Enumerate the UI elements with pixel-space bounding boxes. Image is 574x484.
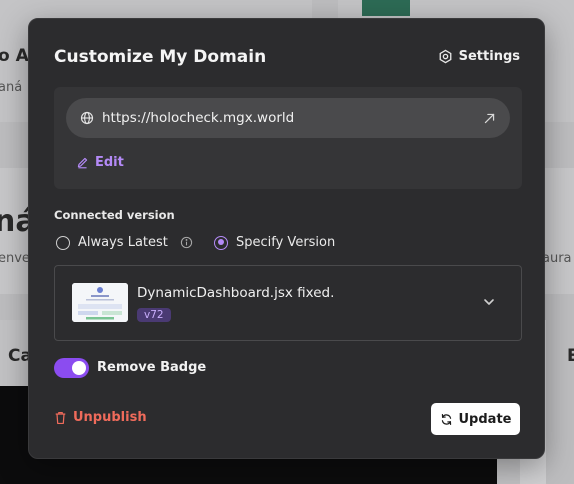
version-title: DynamicDashboard.jsx fixed. (137, 285, 335, 301)
refresh-icon (440, 413, 453, 426)
background-body-text: enve (0, 251, 30, 266)
always-latest-option[interactable]: Always Latest (56, 235, 193, 250)
pencil-icon (76, 156, 89, 169)
unpublish-button[interactable]: Unpublish (54, 410, 147, 425)
remove-badge-label: Remove Badge (97, 360, 207, 375)
domain-url-field[interactable]: https://holocheck.mgx.world (66, 98, 510, 138)
edit-domain-button[interactable]: Edit (76, 155, 124, 170)
background-chart-icon (362, 0, 410, 16)
always-latest-radio[interactable] (56, 235, 70, 250)
version-select[interactable]: DynamicDashboard.jsx fixed. v72 (54, 265, 522, 341)
specify-version-label: Specify Version (236, 235, 336, 250)
dialog-title: Customize My Domain (54, 47, 267, 67)
external-link-icon[interactable] (483, 112, 496, 125)
chevron-down-icon[interactable] (483, 296, 495, 308)
gear-icon (438, 49, 453, 64)
update-label: Update (458, 411, 512, 427)
info-icon[interactable] (180, 236, 193, 249)
background-section-heading: E (567, 346, 574, 366)
update-button[interactable]: Update (431, 403, 520, 435)
background-body-text: aura (542, 251, 572, 266)
version-badge: v72 (137, 308, 171, 322)
version-thumbnail (72, 283, 128, 322)
domain-url: https://holocheck.mgx.world (102, 110, 295, 126)
unpublish-label: Unpublish (73, 410, 147, 425)
edit-label: Edit (95, 155, 124, 170)
connected-version-label: Connected version (54, 208, 175, 222)
settings-button[interactable]: Settings (438, 49, 520, 64)
globe-icon (80, 111, 94, 125)
trash-icon (54, 411, 67, 425)
remove-badge-toggle[interactable] (54, 358, 89, 378)
specify-version-radio[interactable] (214, 235, 228, 250)
specify-version-option[interactable]: Specify Version (214, 235, 335, 250)
domain-panel: https://holocheck.mgx.world Edit (54, 87, 522, 189)
background-subtitle: aná (0, 80, 23, 95)
customize-domain-dialog: Customize My Domain Settings https://hol… (28, 18, 545, 459)
always-latest-label: Always Latest (78, 235, 168, 250)
settings-label: Settings (458, 49, 520, 64)
